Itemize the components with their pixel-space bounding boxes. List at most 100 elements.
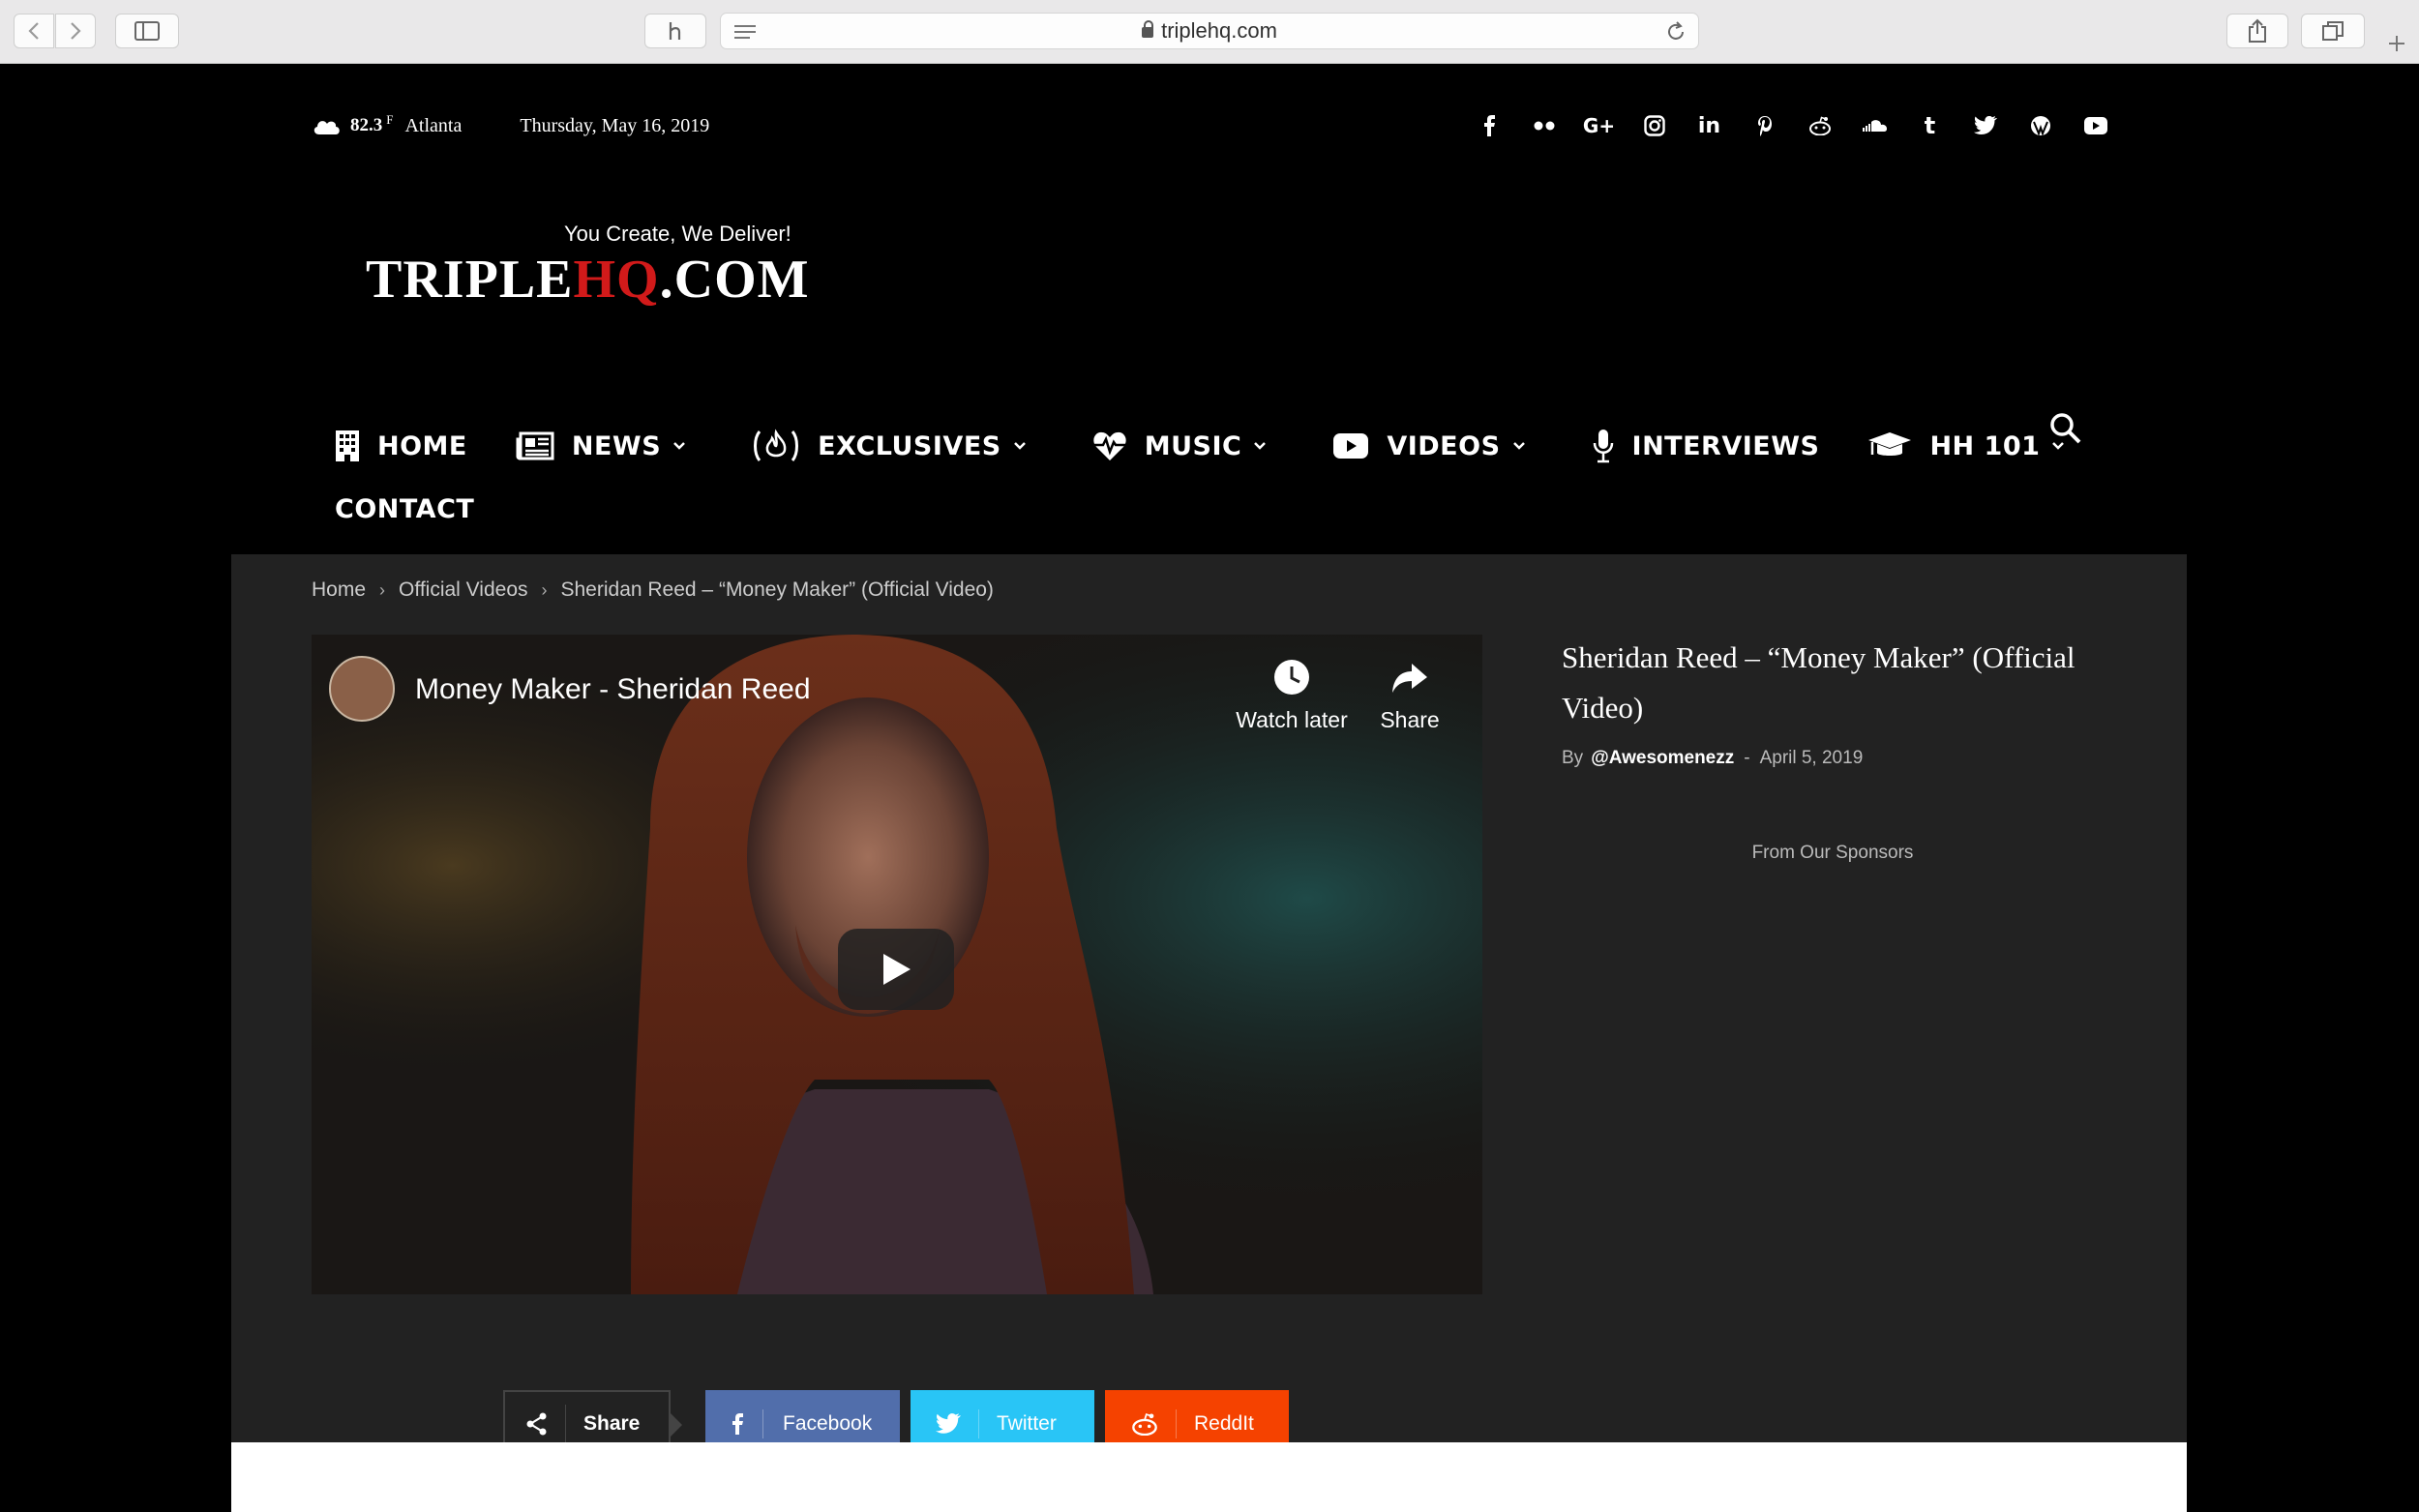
logo-tagline: You Create, We Deliver!	[564, 222, 791, 246]
main-navigation: HOME NEWS EXCLUSIVES MUSIC VIDEOS INTERV…	[335, 412, 2131, 480]
reader-extension-button[interactable]	[644, 14, 706, 48]
temperature-unit: F	[386, 112, 394, 127]
byline-separator: -	[1744, 748, 1750, 768]
breadcrumb-separator: ›	[541, 579, 548, 600]
flickr-icon[interactable]	[1516, 110, 1571, 141]
nav-exclusives-label: EXCLUSIVES	[818, 430, 1001, 461]
google-plus-icon[interactable]: G+	[1571, 110, 1627, 141]
nav-news-label: NEWS	[571, 430, 662, 461]
reload-icon[interactable]	[1665, 21, 1687, 43]
pinterest-icon[interactable]	[1737, 110, 1792, 141]
h-hand-icon	[669, 22, 681, 40]
current-date: Thursday, May 16, 2019	[520, 114, 710, 136]
weather-date-bar: 82.3 F Atlanta Thursday, May 16, 2019	[312, 108, 709, 143]
play-button[interactable]	[838, 929, 954, 1010]
channel-avatar[interactable]	[329, 656, 395, 722]
reddit-icon	[1132, 1412, 1157, 1436]
share-twitter-label: Twitter	[997, 1412, 1057, 1435]
cloud-icon	[314, 121, 340, 134]
nav-home[interactable]: HOME	[335, 430, 467, 462]
article-author[interactable]: @Awesomenezz	[1591, 748, 1734, 769]
breadcrumb-home[interactable]: Home	[312, 578, 366, 602]
nav-news[interactable]: NEWS	[516, 431, 703, 461]
breadcrumb-current: Sheridan Reed – “Money Maker” (Official …	[560, 578, 994, 601]
url-text: triplehq.com	[1161, 18, 1277, 43]
chevron-left-icon	[28, 22, 39, 40]
video-title[interactable]: Money Maker - Sheridan Reed	[415, 673, 811, 706]
article-title: Sheridan Reed – “Money Maker” (Official …	[1562, 640, 2076, 725]
divider	[762, 1409, 763, 1438]
instagram-icon[interactable]	[1627, 110, 1682, 141]
nav-interviews[interactable]: INTERVIEWS	[1592, 429, 1820, 463]
city: Atlanta	[404, 114, 463, 136]
tumblr-icon[interactable]: t	[1902, 110, 1957, 141]
youtube-play-icon	[1333, 433, 1369, 459]
sidebar-button[interactable]	[115, 14, 179, 48]
nav-exclusives[interactable]: EXCLUSIVES	[752, 429, 1044, 463]
address-bar[interactable]: triplehq.com	[720, 13, 1699, 49]
clock-icon	[1274, 660, 1309, 695]
site-logo[interactable]: You Create, We Deliver! TRIPLEHQ.COM	[366, 222, 811, 318]
play-icon	[883, 954, 911, 985]
web-page: 82.3 F Atlanta Thursday, May 16, 2019 G+…	[0, 64, 2419, 1512]
divider	[1176, 1409, 1177, 1438]
logo-text-com: .COM	[659, 250, 810, 310]
youtube-icon[interactable]	[2068, 110, 2123, 141]
sidebar-icon	[134, 21, 160, 41]
nav-music[interactable]: MUSIC	[1092, 430, 1285, 461]
logo-text-triple: TRIPLE	[366, 250, 574, 310]
soundcloud-icon[interactable]	[1847, 110, 1902, 141]
reddit-icon[interactable]	[1792, 110, 1847, 141]
video-share-button[interactable]: Share	[1361, 658, 1458, 733]
breadcrumb-section[interactable]: Official Videos	[399, 578, 527, 602]
nav-interviews-label: INTERVIEWS	[1631, 430, 1820, 461]
search-button[interactable]	[2049, 412, 2082, 445]
facebook-icon[interactable]	[1461, 110, 1516, 141]
share-page-button[interactable]	[2226, 14, 2288, 48]
share-reddit-label: ReddIt	[1194, 1412, 1254, 1435]
lock-icon	[1142, 19, 1154, 38]
twitter-icon	[936, 1413, 961, 1434]
chevron-down-icon	[1254, 442, 1267, 450]
share-label: Share	[583, 1412, 641, 1435]
forward-button[interactable]	[55, 14, 96, 48]
linkedin-icon[interactable]: in	[1682, 110, 1737, 141]
article-byline: By @Awesomenezz - April 5, 2019	[1562, 748, 1863, 769]
logo-text-hq: HQ	[573, 250, 660, 310]
graduation-cap-icon	[1868, 432, 1912, 456]
chevron-down-icon	[673, 442, 686, 450]
share-facebook-label: Facebook	[783, 1412, 873, 1435]
browser-toolbar: triplehq.com	[0, 0, 2419, 64]
social-icons: G+ in t	[1461, 110, 2123, 141]
chevron-right-icon	[71, 22, 81, 40]
plus-icon	[2389, 36, 2404, 51]
chevron-down-icon	[1512, 442, 1525, 450]
back-button[interactable]	[14, 14, 54, 48]
heartbeat-icon	[1093, 431, 1126, 460]
watch-later-button[interactable]: Watch later	[1229, 658, 1355, 733]
nav-music-label: MUSIC	[1144, 430, 1242, 461]
wordpress-icon[interactable]	[2013, 110, 2068, 141]
breadcrumb: Home › Official Videos › Sheridan Reed –…	[312, 578, 994, 602]
search-icon	[2050, 413, 2081, 444]
chevron-down-icon	[1013, 442, 1026, 450]
nav-hh101-label: HH 101	[1929, 430, 2041, 461]
temperature: 82.3	[350, 115, 383, 135]
pointer-arrow	[671, 1413, 682, 1437]
video-player[interactable]: Money Maker - Sheridan Reed Watch later …	[312, 635, 1482, 1294]
content-body-start	[231, 1442, 2187, 1512]
watch-later-label: Watch later	[1236, 707, 1348, 732]
nav-home-label: HOME	[377, 430, 467, 461]
divider	[978, 1409, 979, 1438]
twitter-icon[interactable]	[1957, 110, 2013, 141]
nav-videos[interactable]: VIDEOS	[1332, 431, 1542, 461]
share-arrow-icon	[1392, 664, 1427, 693]
newspaper-icon	[516, 431, 554, 460]
breadcrumb-separator: ›	[379, 579, 386, 600]
fire-icon	[754, 429, 799, 461]
new-tab-button[interactable]	[2376, 23, 2417, 64]
share-icon	[2249, 18, 2266, 43]
tabs-overview-button[interactable]	[2301, 14, 2365, 48]
nav-contact[interactable]: CONTACT	[335, 494, 474, 524]
tabs-icon	[2322, 21, 2344, 41]
